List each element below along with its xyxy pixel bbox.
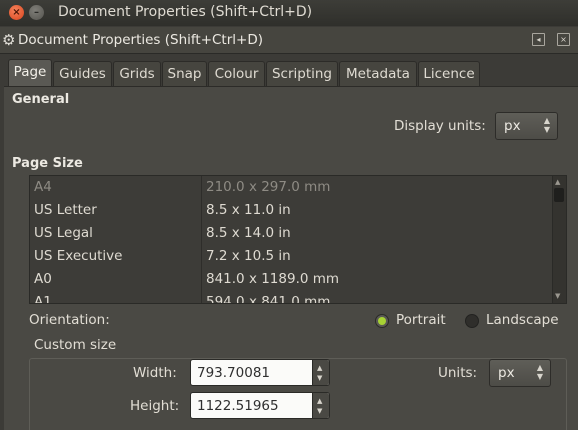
tab-guides[interactable]: Guides	[53, 61, 112, 86]
landscape-label[interactable]: Landscape	[486, 312, 559, 328]
width-input[interactable]: 793.70081 ▲ ▼	[190, 359, 330, 386]
height-input[interactable]: 1122.51965 ▲ ▼	[190, 392, 330, 419]
units-select[interactable]: px ▲ ▼	[489, 359, 551, 387]
dock-iconify-button[interactable]: ◂	[532, 33, 545, 46]
scroll-down-arrow-icon[interactable]: ▼	[555, 292, 560, 300]
decrement-icon[interactable]: ▼	[317, 374, 322, 382]
width-value: 793.70081	[197, 365, 271, 381]
page-size-name: US Executive	[34, 248, 123, 264]
units-value: px	[498, 365, 515, 381]
list-item[interactable]: US Legal 8.5 x 14.0 in	[30, 222, 552, 245]
list-item[interactable]: US Letter 8.5 x 11.0 in	[30, 199, 552, 222]
height-value: 1122.51965	[197, 398, 279, 414]
height-label: Height:	[130, 398, 180, 414]
column-divider	[201, 176, 202, 303]
portrait-radio[interactable]	[375, 314, 389, 328]
tab-grids[interactable]: Grids	[113, 61, 161, 86]
tab-licence[interactable]: Licence	[418, 61, 480, 86]
window-close-button[interactable]: ×	[9, 5, 24, 20]
width-stepper[interactable]: ▲ ▼	[312, 360, 329, 385]
increment-icon[interactable]: ▲	[317, 364, 322, 372]
custom-size-label: Custom size	[34, 337, 120, 353]
tab-snap[interactable]: Snap	[162, 61, 207, 86]
page-size-dimensions: 841.0 x 1189.0 mm	[206, 271, 340, 287]
tab-colour[interactable]: Colour	[208, 61, 265, 86]
page-size-dimensions: 594.0 x 841.0 mm	[206, 294, 331, 304]
page-size-dimensions: 8.5 x 14.0 in	[206, 225, 291, 241]
list-item[interactable]: A4 210.0 x 297.0 mm	[30, 176, 552, 199]
general-heading: General	[12, 92, 70, 107]
tab-scripting[interactable]: Scripting	[266, 61, 338, 86]
width-label: Width:	[133, 365, 177, 381]
page-size-heading: Page Size	[12, 156, 83, 171]
portrait-label[interactable]: Portrait	[396, 312, 446, 328]
display-units-label: Display units:	[394, 118, 486, 134]
page-size-list: A4 210.0 x 297.0 mm US Letter 8.5 x 11.0…	[29, 175, 567, 304]
orientation-label: Orientation:	[29, 312, 110, 328]
landscape-radio[interactable]	[465, 314, 479, 328]
list-item[interactable]: A1 594.0 x 841.0 mm	[30, 291, 552, 304]
spin-arrows-icon: ▲ ▼	[536, 363, 543, 381]
display-units-value: px	[504, 118, 521, 134]
dock-close-button[interactable]: ×	[557, 33, 570, 46]
list-item[interactable]: A0 841.0 x 1189.0 mm	[30, 268, 552, 291]
spin-arrows-icon: ▲ ▼	[543, 116, 550, 134]
list-scrollbar[interactable]: ▲ ▼	[552, 176, 566, 303]
display-units-select[interactable]: px ▲ ▼	[495, 112, 558, 140]
page-size-name: A1	[34, 294, 52, 304]
units-label: Units:	[438, 365, 478, 381]
list-item[interactable]: US Executive 7.2 x 10.5 in	[30, 245, 552, 268]
dock-header: ⚙ Document Properties (Shift+Ctrl+D) ◂ ×	[0, 27, 578, 54]
tab-page[interactable]: Page	[8, 59, 52, 87]
page-size-dimensions: 7.2 x 10.5 in	[206, 248, 291, 264]
page-size-name: US Legal	[34, 225, 93, 241]
window-minimize-button[interactable]: –	[29, 5, 44, 20]
page-size-dimensions: 210.0 x 297.0 mm	[206, 179, 331, 195]
scroll-up-arrow-icon[interactable]: ▲	[555, 178, 560, 186]
window-titlebar: × – Document Properties (Shift+Ctrl+D)	[0, 0, 578, 26]
tab-metadata[interactable]: Metadata	[339, 61, 417, 86]
scrollbar-thumb[interactable]	[554, 188, 564, 202]
page-size-name: A4	[34, 179, 52, 195]
decrement-icon[interactable]: ▼	[317, 407, 322, 415]
page-size-name: US Letter	[34, 202, 97, 218]
page-size-dimensions: 8.5 x 11.0 in	[206, 202, 291, 218]
window-title: Document Properties (Shift+Ctrl+D)	[58, 4, 313, 20]
height-stepper[interactable]: ▲ ▼	[312, 393, 329, 418]
dock-title: Document Properties (Shift+Ctrl+D)	[18, 32, 264, 48]
increment-icon[interactable]: ▲	[317, 397, 322, 405]
page-size-name: A0	[34, 271, 52, 287]
gear-icon: ⚙	[2, 31, 16, 49]
